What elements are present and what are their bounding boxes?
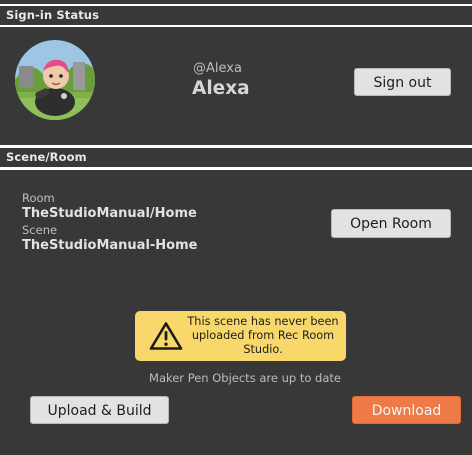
download-button[interactable]: Download: [352, 396, 461, 424]
room-value: TheStudioManual/Home: [22, 206, 197, 221]
avatar: [15, 40, 95, 120]
warning-triangle-icon: [149, 322, 183, 350]
avatar-image: [15, 40, 95, 120]
signin-section-title: Sign-in Status: [6, 8, 100, 22]
open-room-button[interactable]: Open Room: [331, 209, 451, 238]
scene-label: Scene: [22, 223, 58, 237]
user-display-name: Alexa: [192, 78, 250, 99]
signin-section-header: Sign-in Status: [0, 4, 472, 27]
scene-room-section-title: Scene/Room: [6, 150, 87, 164]
sign-out-button[interactable]: Sign out: [354, 68, 451, 96]
scene-room-section-header: Scene/Room: [0, 146, 472, 169]
warning-text: This scene has never been uploaded from …: [187, 315, 339, 356]
upload-build-button[interactable]: Upload & Build: [30, 396, 169, 424]
scene-value: TheStudioManual-Home: [22, 238, 198, 253]
user-handle: @Alexa: [193, 61, 242, 76]
upload-warning-box: This scene has never been uploaded from …: [135, 311, 346, 361]
room-label: Room: [22, 191, 55, 205]
maker-pen-status: Maker Pen Objects are up to date: [149, 371, 341, 385]
